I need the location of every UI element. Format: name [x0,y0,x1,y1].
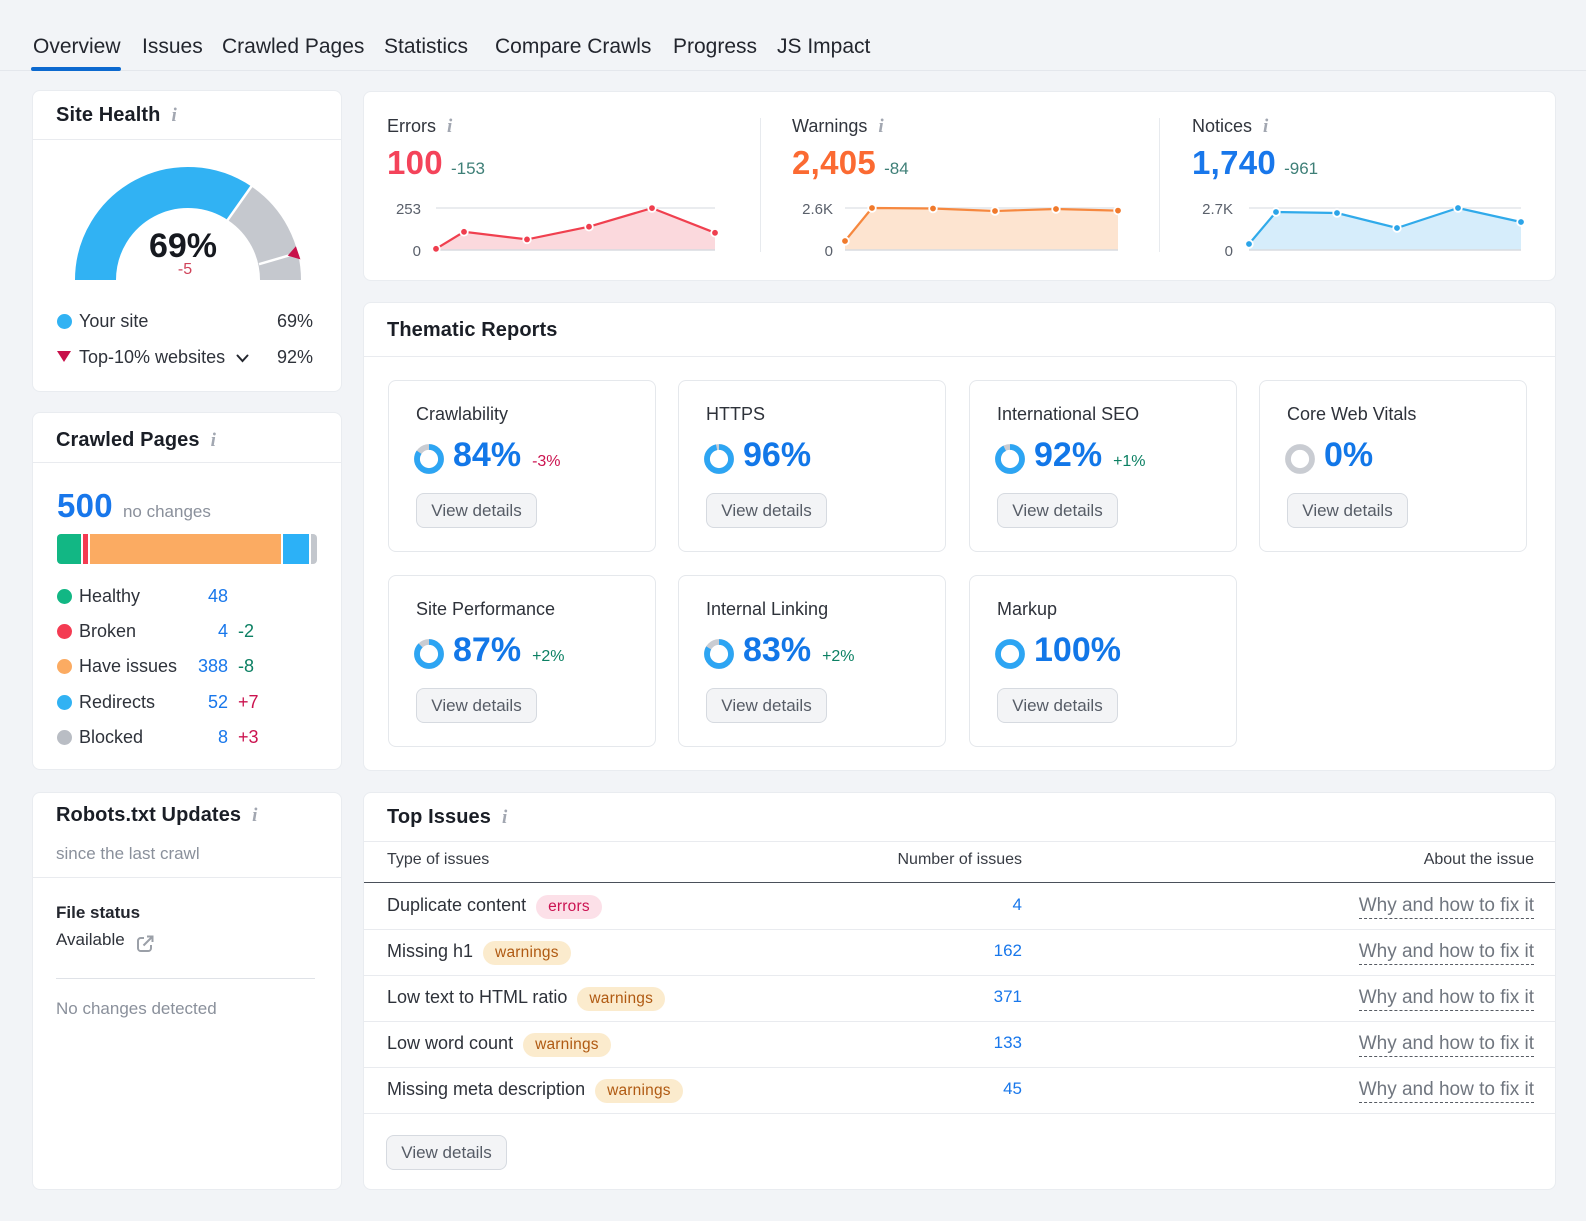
svg-text:69%: 69% [149,227,217,265]
svg-text:2.6K: 2.6K [802,201,833,218]
svg-text:0: 0 [1225,243,1233,260]
svg-text:0: 0 [825,243,833,260]
svg-text:-5: -5 [178,261,192,278]
svg-text:2.7K: 2.7K [1202,201,1233,218]
svg-text:253: 253 [396,201,421,218]
svg-text:0: 0 [413,243,421,260]
